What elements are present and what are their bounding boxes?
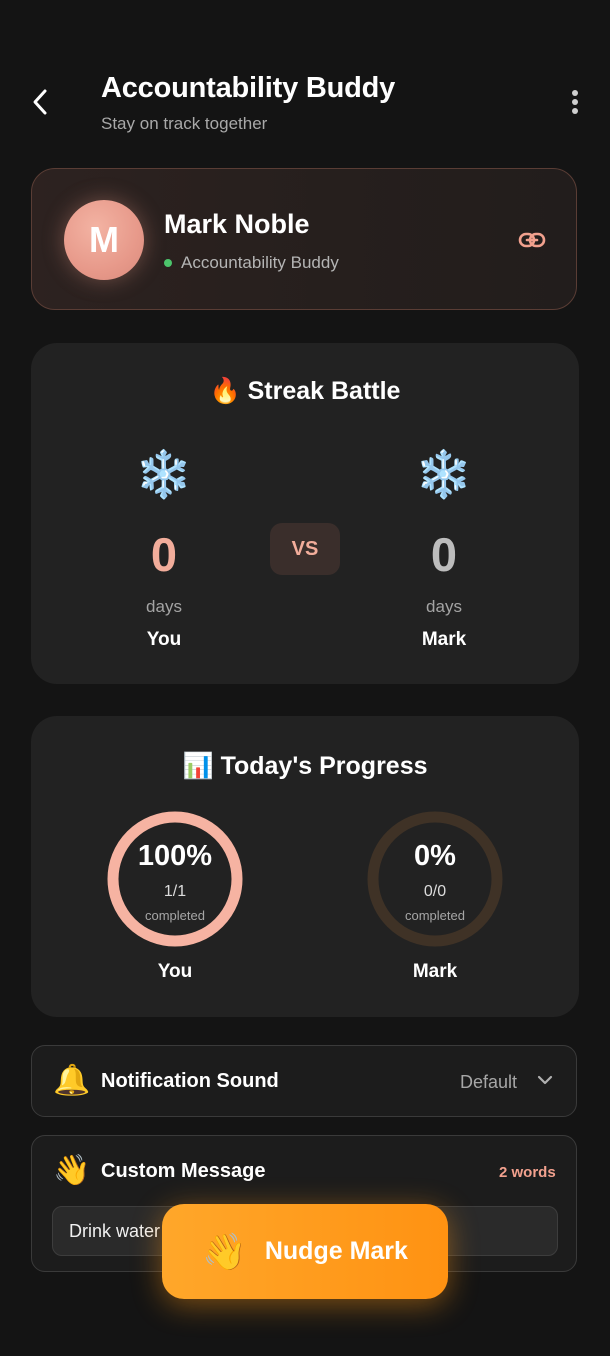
fire-icon: 🔥 — [209, 377, 241, 405]
buddy-card[interactable]: M Mark Noble Accountability Buddy — [31, 168, 577, 310]
word-count: 2 words — [499, 1164, 556, 1181]
page-title: Accountability Buddy — [101, 72, 396, 104]
your-progress-percent: 100% — [137, 840, 213, 872]
buddy-role: Accountability Buddy — [164, 253, 339, 273]
nudge-button-label: Nudge Mark — [264, 1237, 408, 1265]
bar-chart-icon: 📊 — [182, 752, 214, 780]
your-streak-unit: days — [146, 597, 182, 616]
your-progress-label: You — [157, 961, 193, 982]
notification-sound-value: Default — [460, 1072, 518, 1092]
link-button[interactable] — [514, 225, 550, 255]
buddy-name: Mark Noble — [164, 209, 310, 239]
avatar: M — [64, 200, 144, 280]
your-progress-fraction: 1/1 — [163, 883, 187, 900]
buddy-progress-fraction: 0/0 — [423, 883, 447, 900]
chevron-down-icon — [537, 1075, 553, 1085]
progress-title-label: Today's Progress — [220, 752, 428, 780]
streak-battle-card: 🔥 Streak Battle ❄️ 0 days You VS ❄️ 0 da… — [31, 343, 579, 684]
your-streak-label: You — [146, 629, 182, 650]
custom-message-label: Custom Message — [101, 1160, 266, 1182]
todays-progress-card: 📊 Today's Progress 100% 1/1 completed Yo… — [31, 716, 579, 1017]
chevron-left-icon — [33, 89, 47, 115]
bell-icon: 🔔 — [53, 1064, 91, 1097]
your-progress-caption: completed — [145, 908, 205, 923]
buddy-streak-label: Mark — [421, 629, 467, 650]
vs-badge: VS — [270, 523, 340, 575]
snowflake-icon: ❄️ — [415, 448, 473, 500]
notification-sound-selector[interactable]: 🔔 Notification Sound Default — [31, 1045, 577, 1117]
buddy-streak-count: 0 — [430, 528, 458, 581]
snowflake-icon: ❄️ — [135, 448, 193, 500]
more-options-button[interactable] — [560, 86, 590, 118]
online-status-dot — [164, 259, 172, 267]
buddy-progress-label: Mark — [412, 961, 458, 982]
streak-title: 🔥 Streak Battle — [31, 377, 579, 406]
nudge-button[interactable]: 👋 Nudge Mark — [162, 1204, 448, 1299]
more-vertical-icon — [572, 90, 578, 114]
progress-title: 📊 Today's Progress — [31, 752, 579, 781]
buddy-progress-ring — [367, 811, 503, 947]
your-progress-ring — [107, 811, 243, 947]
streak-title-label: Streak Battle — [247, 377, 401, 405]
waving-hand-icon: 👋 — [202, 1230, 247, 1272]
link-icon — [518, 232, 546, 248]
notification-sound-label: Notification Sound — [101, 1070, 279, 1092]
back-button[interactable] — [22, 84, 58, 120]
buddy-role-label: Accountability Buddy — [181, 253, 339, 272]
waving-hand-icon: 👋 — [53, 1154, 91, 1187]
buddy-progress-percent: 0% — [414, 840, 456, 872]
buddy-streak-unit: days — [426, 597, 462, 616]
page-subtitle: Stay on track together — [101, 114, 268, 133]
your-streak-count: 0 — [150, 528, 178, 581]
buddy-progress-caption: completed — [405, 908, 465, 923]
